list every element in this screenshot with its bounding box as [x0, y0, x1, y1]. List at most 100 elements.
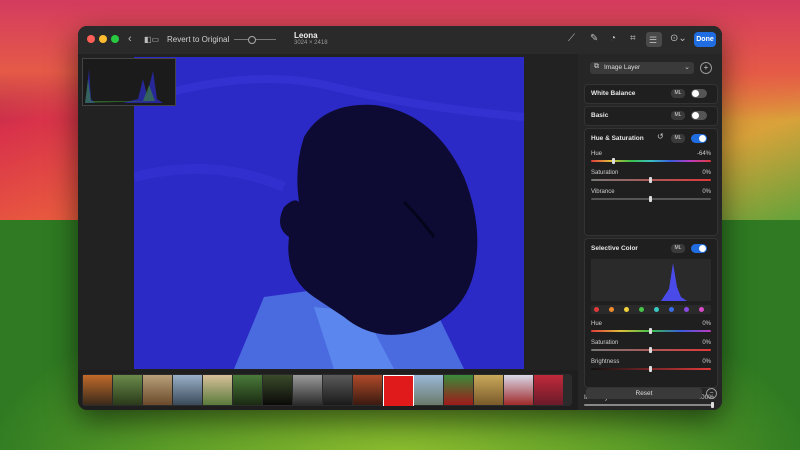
filmstrip-thumbnail[interactable]	[143, 375, 172, 405]
hue-saturation-ml-button[interactable]: ML	[671, 134, 685, 143]
zoom-slider[interactable]	[234, 36, 276, 44]
selective-saturation-slider-handle[interactable]	[649, 347, 652, 353]
filmstrip-thumbnail[interactable]	[534, 375, 563, 405]
vibrance-label: Vibrance	[591, 189, 615, 195]
selective-brightness-slider-handle[interactable]	[649, 366, 652, 372]
intensity-slider[interactable]	[584, 402, 714, 408]
filmstrip-thumbnail[interactable]	[414, 375, 443, 405]
selective-brightness-slider[interactable]	[591, 366, 711, 372]
selective-color-title: Selective Color	[591, 245, 638, 252]
zoom-window-button[interactable]	[111, 35, 119, 43]
filmstrip-thumbnail[interactable]	[323, 375, 352, 405]
revert-to-original-button[interactable]: Revert to Original	[167, 35, 229, 44]
selective-hue-slider[interactable]	[591, 328, 711, 334]
selective-hue-value: 0%	[702, 321, 711, 327]
filmstrip-thumbnail[interactable]	[113, 375, 142, 405]
vibrance-slider[interactable]	[591, 196, 711, 202]
hue-slider[interactable]	[591, 158, 711, 164]
filmstrip[interactable]	[82, 374, 572, 406]
swatch-red[interactable]	[594, 307, 599, 312]
filters-icon[interactable]: ◔	[610, 33, 616, 45]
filmstrip-thumbnail[interactable]	[83, 375, 112, 405]
color-swatch-row	[591, 305, 711, 314]
filmstrip-thumbnail[interactable]	[504, 375, 533, 405]
basic-toggle[interactable]	[691, 111, 707, 120]
selective-brightness-label: Brightness	[591, 359, 620, 365]
photo-canvas[interactable]	[78, 54, 578, 370]
layer-select-label: Image Layer	[604, 64, 641, 71]
filmstrip-thumbnail[interactable]	[173, 375, 202, 405]
filmstrip-thumbnail[interactable]	[353, 375, 382, 405]
swatch-yellow[interactable]	[624, 307, 629, 312]
auto-enhance-wand-icon[interactable]: ⟋	[568, 33, 575, 45]
swatch-green[interactable]	[639, 307, 644, 312]
white-balance-title: White Balance	[591, 90, 636, 97]
selective-hue-slider-handle[interactable]	[649, 328, 652, 334]
swatch-aqua[interactable]	[654, 307, 659, 312]
retouch-brush-icon[interactable]: ✎	[590, 33, 598, 45]
selective-saturation-label: Saturation	[591, 340, 619, 346]
swatch-magenta[interactable]	[699, 307, 704, 312]
hue-slider-handle[interactable]	[612, 158, 615, 164]
adjust-sidebar: ⧉ Image Layer ⌄ + White Balance ML Basic…	[578, 54, 722, 410]
selective-color-panel: Selective Color ML Hue 0% Saturation 0% …	[584, 238, 718, 388]
swatch-blue[interactable]	[669, 307, 674, 312]
white-balance-toggle[interactable]	[691, 89, 707, 98]
add-layer-icon[interactable]: +	[700, 62, 712, 74]
vibrance-slider-handle[interactable]	[649, 196, 652, 202]
selective-saturation-slider[interactable]	[591, 347, 711, 353]
layer-stack-icon: ⧉	[594, 63, 599, 70]
undo-icon[interactable]: ↺	[657, 132, 664, 141]
hue-label: Hue	[591, 151, 603, 157]
minimize-window-button[interactable]	[99, 35, 107, 43]
saturation-value: 0%	[702, 170, 711, 176]
hue-saturation-panel: Hue & Saturation ↺ ML Hue -64% Saturatio…	[584, 128, 718, 236]
filmstrip-thumbnail-selected[interactable]	[383, 375, 414, 406]
reset-button[interactable]: Reset	[586, 388, 702, 399]
selective-brightness-value: 0%	[702, 359, 711, 365]
more-options-icon[interactable]: ⊙⌄	[670, 33, 687, 45]
filmstrip-thumbnail[interactable]	[293, 375, 322, 405]
filmstrip-thumbnail[interactable]	[263, 375, 292, 405]
adjust-sliders-icon: ☰	[649, 35, 658, 45]
histogram-thumbnail	[82, 58, 176, 106]
adjust-button[interactable]: ☰	[646, 32, 662, 47]
zoom-slider-knob[interactable]	[248, 36, 256, 44]
vibrance-value: 0%	[702, 189, 711, 195]
toolbar: ‹ ◧▭ Revert to Original Leona 3024 × 241…	[78, 26, 722, 54]
basic-panel: Basic ML	[584, 106, 718, 126]
photo-dimensions: 3024 × 2418	[294, 40, 328, 46]
saturation-label: Saturation	[591, 170, 619, 176]
white-balance-ml-button[interactable]: ML	[671, 89, 685, 98]
hue-saturation-toggle[interactable]	[691, 134, 707, 143]
selective-color-histogram	[591, 259, 711, 301]
more-adjustments-icon[interactable]: −	[706, 388, 717, 399]
back-chevron-icon[interactable]: ‹	[128, 33, 132, 45]
saturation-slider[interactable]	[591, 177, 711, 183]
chevron-down-icon: ⌄	[684, 64, 690, 71]
selective-saturation-value: 0%	[702, 340, 711, 346]
basic-ml-button[interactable]: ML	[671, 111, 685, 120]
close-window-button[interactable]	[87, 35, 95, 43]
photo-title: Leona	[294, 31, 318, 40]
photo-preview[interactable]	[134, 57, 524, 369]
intensity-slider-handle[interactable]	[711, 402, 714, 408]
photo-image	[134, 57, 524, 369]
crop-icon[interactable]: ⌗	[630, 33, 636, 45]
swatch-purple[interactable]	[684, 307, 689, 312]
selective-color-ml-button[interactable]: ML	[671, 244, 685, 253]
saturation-slider-handle[interactable]	[649, 177, 652, 183]
layer-select[interactable]: ⧉ Image Layer ⌄	[590, 62, 694, 74]
filmstrip-thumbnail[interactable]	[474, 375, 503, 405]
white-balance-panel: White Balance ML	[584, 84, 718, 104]
photos-edit-window: ‹ ◧▭ Revert to Original Leona 3024 × 241…	[78, 26, 722, 410]
filmstrip-thumbnail[interactable]	[203, 375, 232, 405]
hue-value: -64%	[696, 151, 711, 157]
swatch-orange[interactable]	[609, 307, 614, 312]
hue-saturation-title: Hue & Saturation	[591, 135, 644, 142]
filmstrip-thumbnail[interactable]	[444, 375, 473, 405]
selective-color-toggle[interactable]	[691, 244, 707, 253]
compare-icon[interactable]: ◧▭	[144, 34, 159, 46]
filmstrip-thumbnail[interactable]	[233, 375, 262, 405]
done-button[interactable]: Done	[694, 32, 716, 47]
